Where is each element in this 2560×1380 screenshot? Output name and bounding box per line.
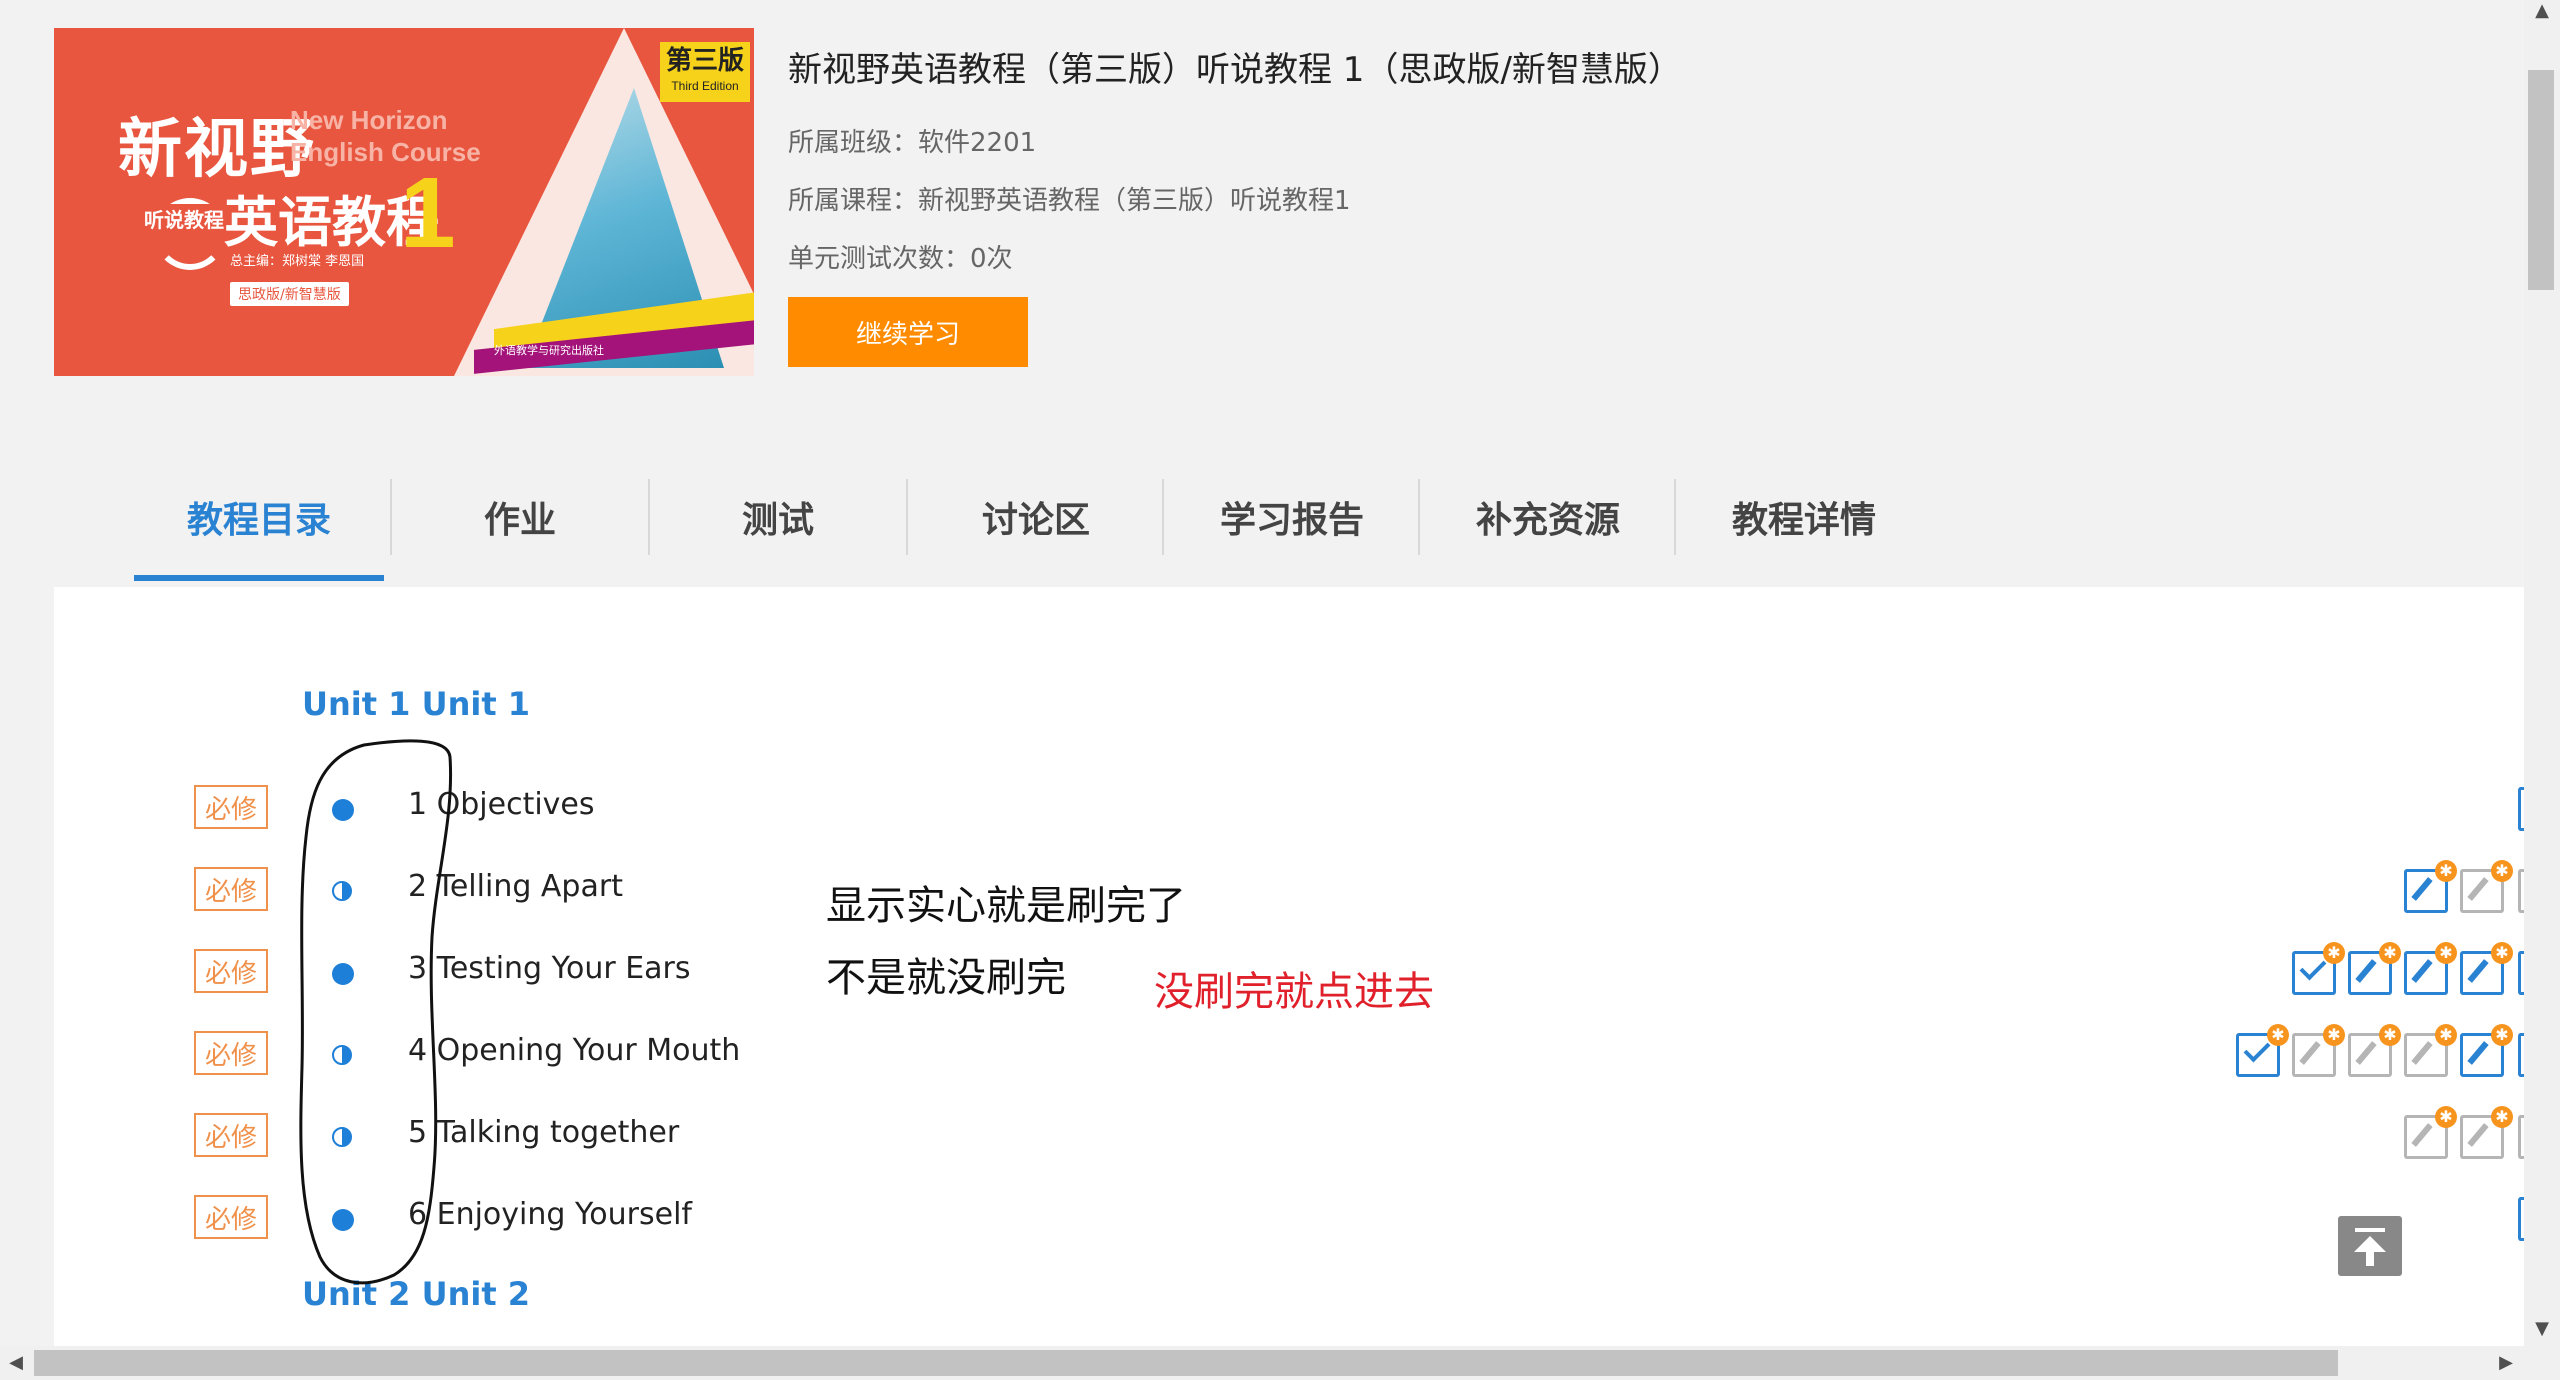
edit-pencil-icon[interactable]: ✱	[2460, 860, 2513, 913]
star-badge-icon: ✱	[2435, 1024, 2457, 1046]
required-tag: 必修	[194, 867, 268, 911]
class-info: 所属班级：软件2201	[788, 128, 1037, 158]
vertical-scroll-thumb[interactable]	[2528, 70, 2554, 290]
annotation-note-red: 没刷完就点进去	[1154, 969, 1434, 1015]
edit-pencil-icon[interactable]: ✱	[2460, 1024, 2513, 1077]
checklist-icon[interactable]: ✱	[2292, 942, 2345, 995]
edit-pencil-icon[interactable]: ✱	[2292, 1024, 2345, 1077]
star-badge-icon: ✱	[2491, 860, 2513, 882]
tab-catalog[interactable]: 教程目录	[134, 447, 384, 587]
tab-resources[interactable]: 补充资源	[1420, 447, 1676, 587]
edit-pencil-icon[interactable]: ✱	[2404, 942, 2457, 995]
edition-badge-sub: Third Edition	[671, 79, 739, 93]
back-to-top-icon	[2355, 1228, 2385, 1232]
tab-details[interactable]: 教程详情	[1676, 447, 1932, 587]
required-tag: 必修	[194, 949, 268, 993]
unit-title[interactable]: Unit 1 Unit 1	[302, 685, 530, 723]
tab-homework[interactable]: 作业	[392, 447, 648, 587]
required-tag: 必修	[194, 1195, 268, 1239]
tab-test[interactable]: 测试	[650, 447, 906, 587]
star-badge-icon: ✱	[2323, 942, 2345, 964]
star-badge-icon: ✱	[2435, 860, 2457, 882]
star-badge-icon: ✱	[2435, 942, 2457, 964]
star-badge-icon: ✱	[2267, 1024, 2289, 1046]
edit-pencil-icon[interactable]: ✱	[2404, 1106, 2457, 1159]
continue-learning-button[interactable]: 继续学习	[788, 297, 1028, 367]
cover-series-title: 新视野	[118, 113, 316, 185]
edit-pencil-icon[interactable]: ✱	[2460, 1106, 2513, 1159]
back-to-top-button[interactable]	[2338, 1216, 2402, 1276]
star-badge-icon: ✱	[2435, 1106, 2457, 1128]
checklist-icon[interactable]: ✱	[2236, 1024, 2289, 1077]
catalog-panel: Unit 1 Unit 1 必修 1 Objectives 必修 2 Telli…	[54, 587, 2535, 1347]
annotation-note: 显示实心就是刷完了	[826, 883, 1186, 929]
star-badge-icon: ✱	[2491, 1106, 2513, 1128]
test-count-info: 单元测试次数：0次	[788, 244, 1013, 274]
required-tag: 必修	[194, 1113, 268, 1157]
horizontal-scrollbar[interactable]: ◀ ▶	[0, 1346, 2524, 1380]
course-cover-image: 第三版 Third Edition 新视野 New Horizon Englis…	[54, 28, 754, 376]
edit-pencil-icon[interactable]: ✱	[2460, 942, 2513, 995]
edit-pencil-icon[interactable]: ✱	[2404, 860, 2457, 913]
edit-pencil-icon[interactable]: ✱	[2348, 942, 2401, 995]
horizontal-scroll-thumb[interactable]	[34, 1350, 2338, 1376]
cover-english-line1: New Horizon	[290, 105, 448, 135]
cover-editors: 总主编：郑树棠 李恩国	[230, 254, 365, 269]
star-badge-icon: ✱	[2379, 942, 2401, 964]
scroll-down-icon[interactable]: ▼	[2532, 1318, 2552, 1339]
scrollbar-corner	[2524, 1346, 2560, 1380]
scroll-up-icon[interactable]: ▲	[2532, 0, 2552, 21]
course-info: 所属课程：新视野英语教程（第三版）听说教程1	[788, 186, 1351, 216]
star-badge-icon: ✱	[2323, 1024, 2345, 1046]
edit-pencil-icon[interactable]: ✱	[2348, 1024, 2401, 1077]
cover-number: 1	[400, 157, 456, 269]
tab-report[interactable]: 学习报告	[1164, 447, 1420, 587]
edition-badge-main: 第三版	[665, 45, 744, 75]
annotation-note: 不是就没刷完	[826, 955, 1066, 1001]
cover-sub-label: 听说教程	[140, 204, 228, 233]
edit-pencil-icon[interactable]: ✱	[2404, 1024, 2457, 1077]
star-badge-icon: ✱	[2491, 942, 2513, 964]
tab-discussion[interactable]: 讨论区	[908, 447, 1164, 587]
cover-edition-tag: 思政版/新智慧版	[230, 282, 349, 306]
vertical-scrollbar[interactable]: ▲ ▼	[2524, 0, 2560, 1346]
scroll-left-icon[interactable]: ◀	[6, 1352, 26, 1373]
active-tab-indicator	[134, 575, 384, 581]
required-tag: 必修	[194, 785, 268, 829]
cover-publisher: 外语教学与研究出版社	[494, 344, 604, 357]
course-title: 新视野英语教程（第三版）听说教程 1（思政版/新智慧版）	[788, 50, 1682, 90]
star-badge-icon: ✱	[2379, 1024, 2401, 1046]
tab-bar: 教程目录 作业 测试 讨论区 学习报告 补充资源 教程详情	[54, 447, 2524, 587]
required-tag: 必修	[194, 1031, 268, 1075]
star-badge-icon: ✱	[2491, 1024, 2513, 1046]
edition-badge: 第三版 Third Edition	[660, 42, 750, 102]
scroll-right-icon[interactable]: ▶	[2496, 1352, 2516, 1373]
annotation-circle-drawing	[299, 739, 453, 1285]
